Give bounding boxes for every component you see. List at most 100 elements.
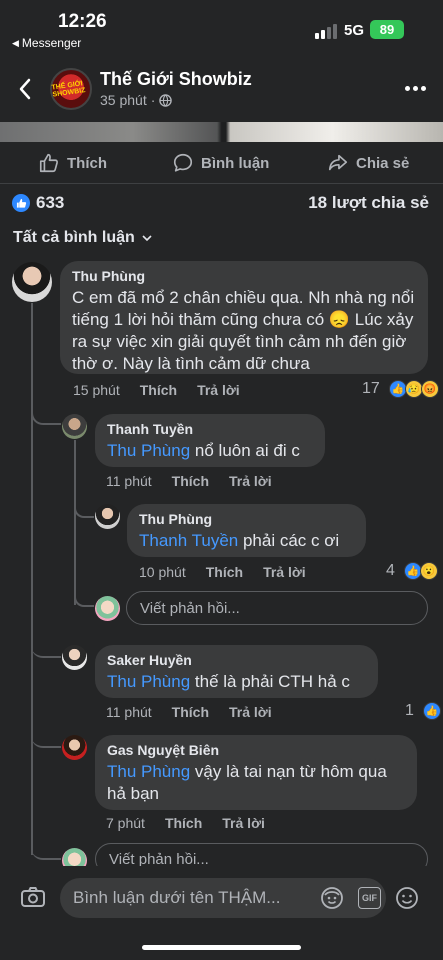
comment-bubble: Thanh Tuyền Thu Phùng nổ luôn ai đi c [95, 414, 325, 467]
comment-like-button[interactable]: Thích [172, 704, 209, 720]
camera-icon [21, 887, 45, 907]
share-button[interactable]: Chia sẻ [327, 150, 409, 176]
thread-branch [74, 590, 94, 607]
more-options-icon[interactable] [405, 86, 426, 91]
reaction-count: 17 [362, 380, 380, 397]
back-app-label: Messenger [21, 36, 82, 50]
like-label: Thích [67, 154, 107, 172]
post-meta: 35 phút · [100, 92, 173, 108]
comment-bubble: Saker Huyền Thu Phùng thế là phải CTH hả… [95, 645, 378, 698]
mention-link[interactable]: Thu Phùng [107, 672, 190, 691]
comment-reactions[interactable]: 4 👍 😮 [386, 562, 438, 580]
comment-bubble: Gas Nguyệt Biên Thu Phùng vậy là tai nạn… [95, 735, 417, 810]
camera-button[interactable] [20, 885, 46, 914]
comment-button[interactable]: Bình luận [172, 150, 269, 176]
comment-text: nổ luôn ai đi c [190, 441, 300, 460]
comment-text: thế là phải CTH hả c [190, 672, 350, 691]
chevron-left-icon [19, 78, 31, 100]
avatar-sticker-button[interactable] [320, 886, 344, 915]
divider [0, 183, 443, 184]
mention-link[interactable]: Thanh Tuyền [139, 531, 238, 550]
wow-reaction-icon: 😮 [419, 562, 438, 580]
comment-time: 7 phút [106, 815, 145, 831]
reaction-count: 4 [386, 562, 395, 579]
comment-like-button[interactable]: Thích [165, 815, 202, 831]
comment-text: C em đã mổ 2 chân chiều qua. Nh nhà ng n… [72, 288, 415, 373]
emoji-button[interactable] [395, 886, 419, 915]
mention-link[interactable]: Thu Phùng [107, 762, 190, 781]
thread-line [74, 440, 76, 605]
comment-time: 15 phút [73, 382, 120, 398]
comment-reply-button[interactable]: Trả lời [229, 473, 272, 489]
sort-label: Tất cả bình luận [13, 229, 135, 246]
thread-branch [31, 640, 61, 658]
post-time: 35 phút [100, 92, 147, 108]
comment-bubble: Thu Phùng Thanh Tuyền phải các c ơi [127, 504, 366, 557]
comment-like-button[interactable]: Thích [172, 473, 209, 489]
comment-time: 10 phút [139, 564, 186, 580]
comment-label: Bình luận [201, 154, 270, 172]
avatar[interactable] [62, 414, 87, 439]
thread-branch [74, 500, 94, 518]
thread-branch [31, 730, 61, 748]
composer-placeholder: Bình luận dưới tên THẬM... [73, 888, 281, 907]
page-name[interactable]: Thế Giới Showbiz [100, 69, 252, 90]
like-count[interactable]: 633 [12, 193, 64, 213]
network-label: 5G [344, 22, 365, 39]
comment-author[interactable]: Gas Nguyệt Biên [107, 742, 405, 758]
thread-line [31, 303, 33, 855]
like-count-value: 633 [36, 193, 65, 212]
avatar-logo-text: THẾ GIỚI SHOWBIZ [51, 80, 86, 99]
comment-reply-button[interactable]: Trả lời [197, 382, 240, 398]
comment-reply-button[interactable]: Trả lời [222, 815, 265, 831]
comment-meta: 10 phút Thích Trả lời [139, 564, 306, 580]
battery-icon: 89 [370, 20, 404, 39]
comment-meta: 15 phút Thích Trả lời [73, 382, 240, 398]
comment-time: 11 phút [106, 473, 152, 489]
like-reaction-icon [12, 194, 30, 212]
gif-icon[interactable]: GIF [358, 887, 381, 909]
comment-author[interactable]: Thu Phùng [72, 268, 416, 284]
comment-like-button[interactable]: Thích [140, 382, 177, 398]
my-avatar [95, 596, 120, 621]
avatar[interactable] [62, 735, 87, 760]
comment-meta: 11 phút Thích Trả lời [106, 473, 272, 489]
share-arrow-icon [328, 154, 348, 171]
comment-meta: 7 phút Thích Trả lời [106, 815, 265, 831]
share-label: Chia sẻ [356, 154, 410, 172]
reaction-count: 1 [405, 702, 414, 719]
mention-link[interactable]: Thu Phùng [107, 441, 190, 460]
avatar[interactable] [95, 504, 120, 529]
comment-author[interactable]: Thu Phùng [139, 511, 354, 527]
chevron-down-icon [142, 235, 152, 242]
like-reaction-icon: 👍 [422, 702, 441, 720]
like-button[interactable]: Thích [38, 150, 107, 176]
avatar-sticker-icon [321, 887, 343, 909]
comment-reactions[interactable]: 1 👍 [405, 702, 441, 720]
comment-sort-dropdown[interactable]: Tất cả bình luận [13, 229, 153, 247]
thread-branch [31, 403, 61, 425]
comment-text: phải các c ơi [238, 531, 340, 550]
comment-reply-button[interactable]: Trả lời [229, 704, 272, 720]
page-avatar[interactable]: THẾ GIỚI SHOWBIZ [50, 68, 92, 110]
thread-branch [31, 842, 61, 860]
comment-reactions[interactable]: 17 👍 😥 😡 [362, 380, 439, 398]
status-time: 12:26 [58, 11, 107, 32]
reply-input[interactable]: Viết phản hồi... [126, 591, 428, 625]
angry-reaction-icon: 😡 [420, 380, 439, 398]
share-count[interactable]: 18 lượt chia sẻ [308, 193, 429, 213]
post-image[interactable] [0, 122, 443, 142]
avatar[interactable] [12, 262, 52, 302]
comment-icon [173, 153, 193, 172]
comment-reply-button[interactable]: Trả lời [263, 564, 306, 580]
comment-author[interactable]: Saker Huyền [107, 652, 366, 668]
signal-icon [315, 24, 337, 39]
back-button[interactable] [14, 74, 38, 104]
comment-bubble: Thu Phùng C em đã mổ 2 chân chiều qua. N… [60, 261, 428, 374]
comment-like-button[interactable]: Thích [206, 564, 243, 580]
avatar[interactable] [62, 645, 87, 670]
home-indicator [142, 945, 301, 950]
back-to-app-link[interactable]: ◀ Messenger [12, 36, 81, 50]
comment-author[interactable]: Thanh Tuyền [107, 421, 313, 437]
globe-icon [159, 93, 173, 107]
